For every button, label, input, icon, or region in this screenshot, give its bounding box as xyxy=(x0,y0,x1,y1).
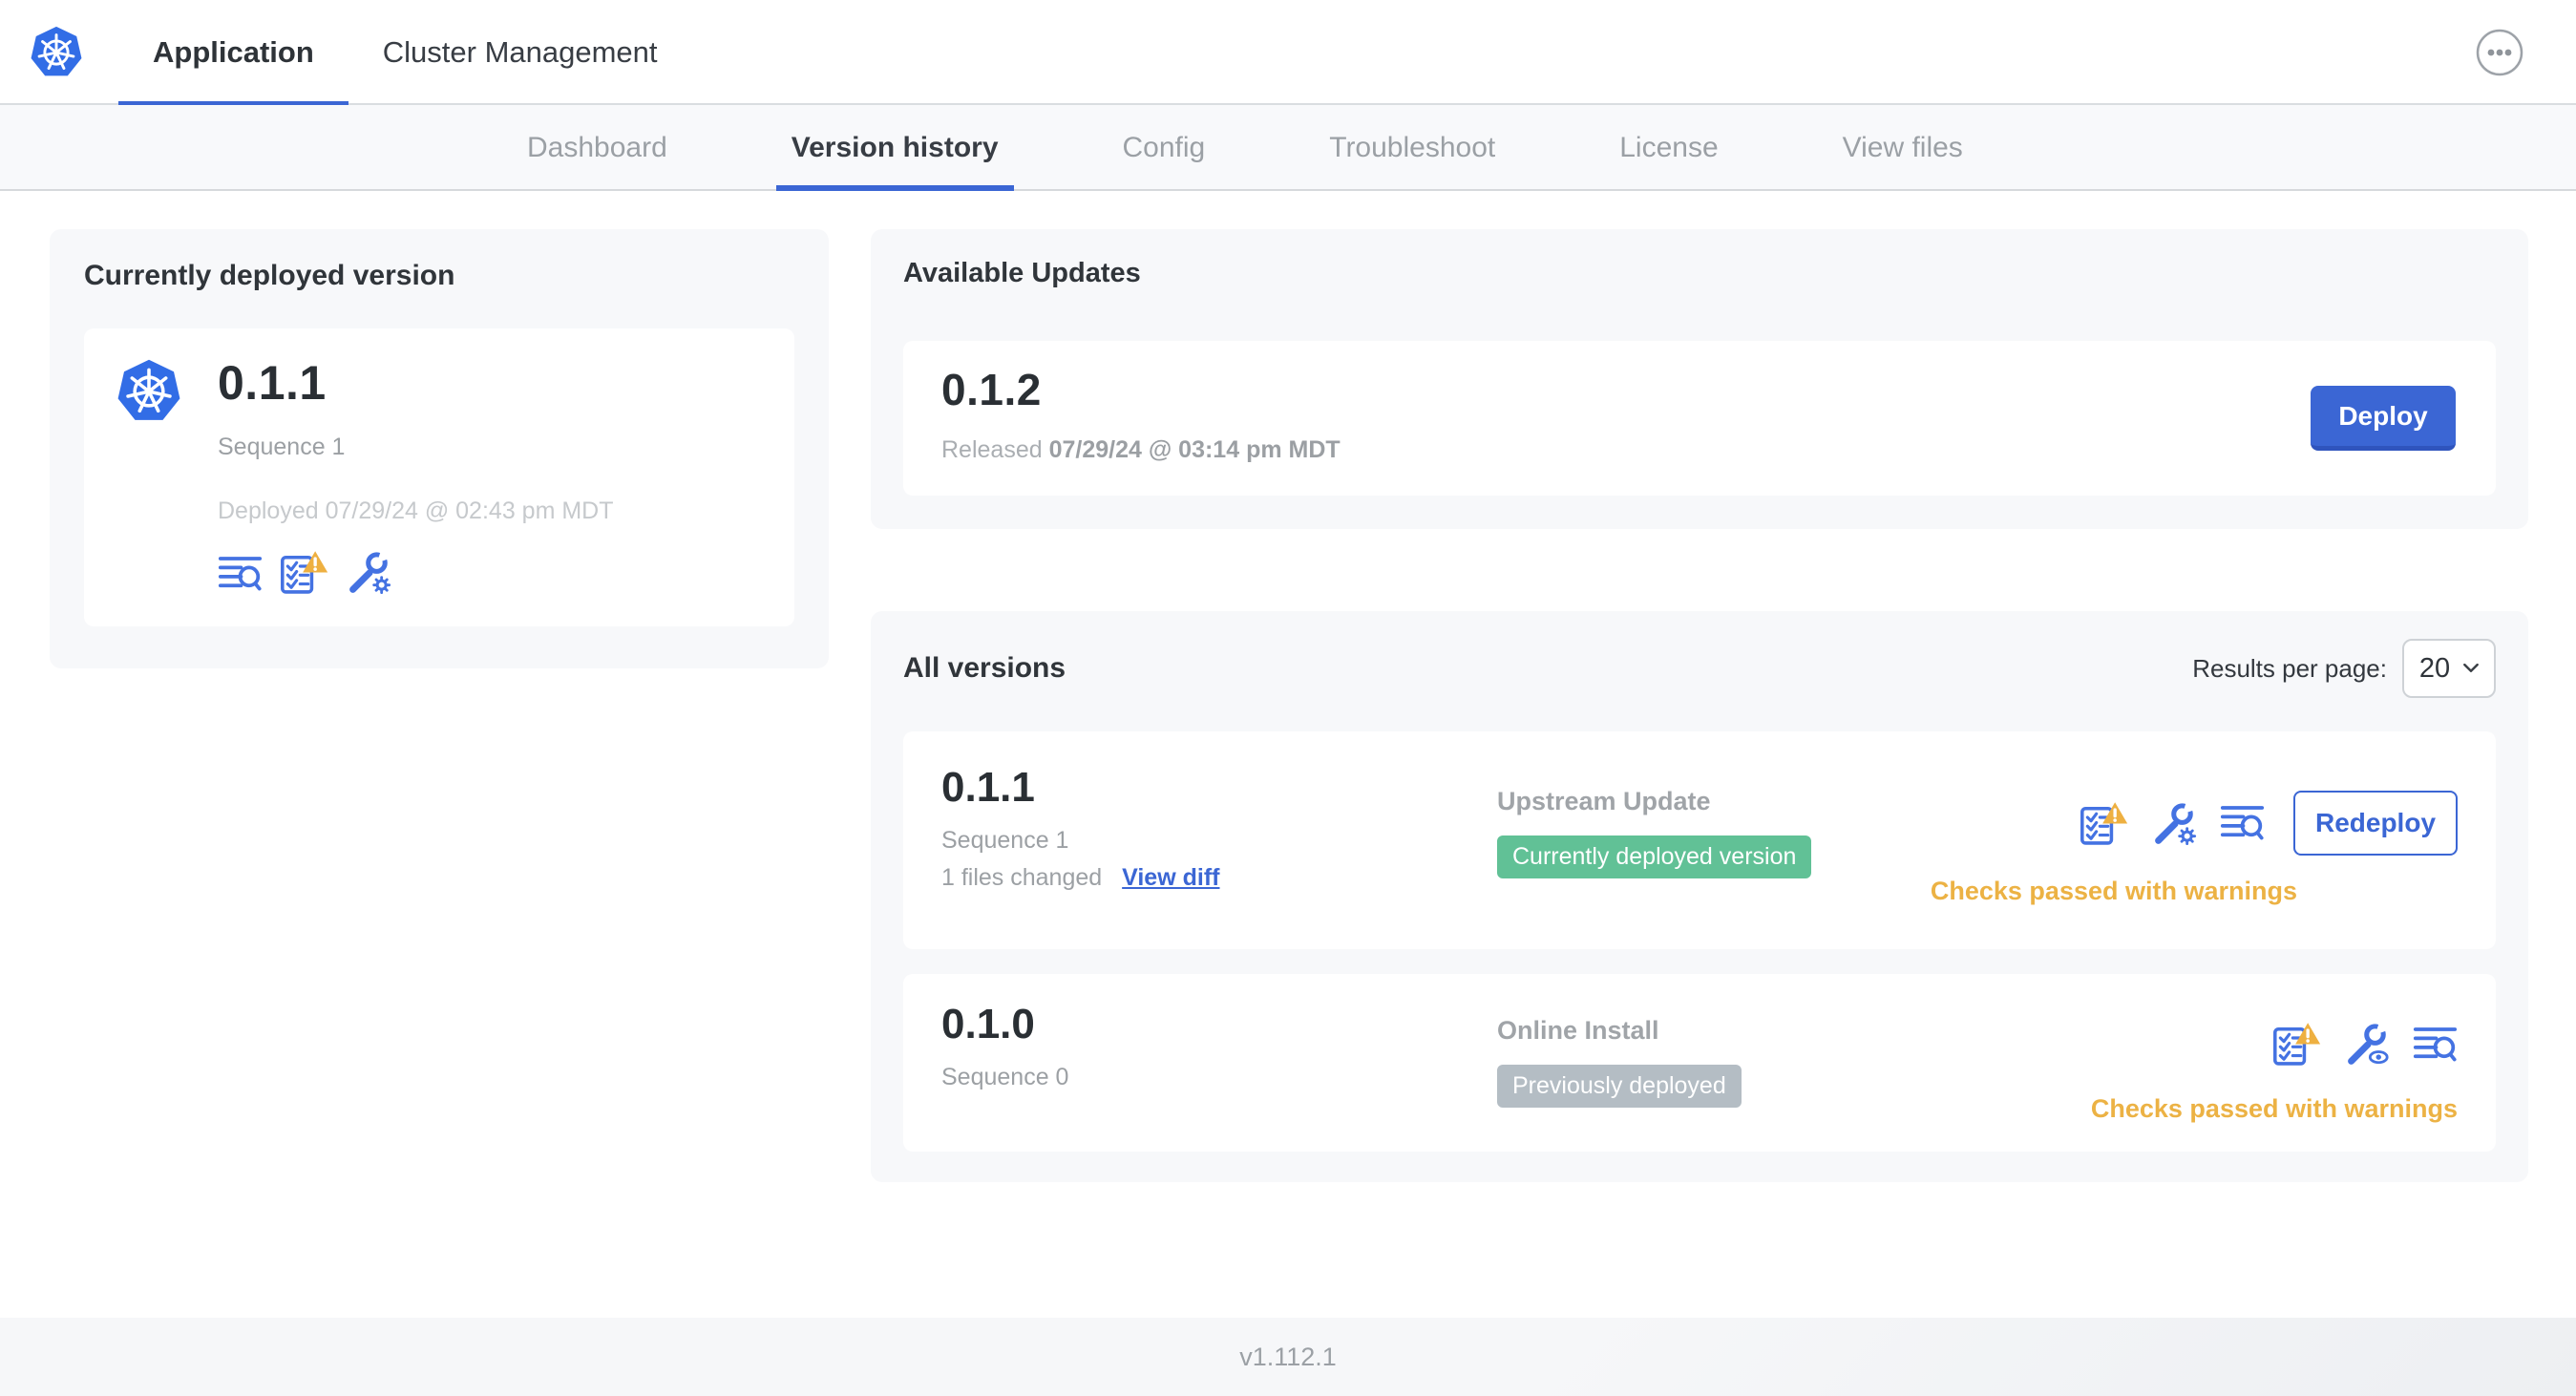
tab-version-history[interactable]: Version history xyxy=(775,105,1014,191)
current-version-actions xyxy=(218,550,614,595)
tab-application-label: Application xyxy=(153,35,314,69)
app-subnav: Dashboard Version history Config Trouble… xyxy=(0,105,2576,191)
currently-deployed-info: 0.1.1 Sequence 1 Deployed 07/29/24 @ 02:… xyxy=(218,355,614,600)
footer: v1.112.1 xyxy=(0,1318,2576,1396)
files-changed-label: 1 files changed xyxy=(941,864,1103,891)
results-per-page: Results per page: 20 xyxy=(2192,639,2496,698)
all-versions-card: All versions Results per page: 20 0.1.1 … xyxy=(871,611,2528,1182)
released-prefix: Released xyxy=(941,436,1043,463)
preflight-checks-warning-icon[interactable] xyxy=(280,550,329,595)
results-per-page-label: Results per page: xyxy=(2192,653,2387,683)
ellipsis-icon xyxy=(2476,29,2523,76)
kubernetes-logo-icon xyxy=(30,25,83,77)
deploy-logs-icon[interactable] xyxy=(2220,802,2265,844)
preflight-checks-warning-icon[interactable] xyxy=(2080,800,2129,846)
released-date: 07/29/24 @ 03:14 pm MDT xyxy=(1048,436,1341,463)
tab-troubleshoot[interactable]: Troubleshoot xyxy=(1329,105,1495,191)
all-versions-header: All versions Results per page: 20 xyxy=(903,638,2496,699)
all-versions-title: All versions xyxy=(903,652,1066,684)
current-deployed-timestamp: Deployed 07/29/24 @ 02:43 pm MDT xyxy=(218,497,614,524)
row-source: Online Install xyxy=(1497,1016,1659,1045)
current-sequence: Sequence 1 xyxy=(218,434,346,460)
row-source-block: Upstream Update Currently deployed versi… xyxy=(1497,787,1812,878)
view-diff-link[interactable]: View diff xyxy=(1122,864,1219,891)
kubernetes-app-icon xyxy=(116,357,182,422)
row-source: Upstream Update xyxy=(1497,787,1711,815)
tab-view-files[interactable]: View files xyxy=(1843,105,1963,191)
edit-config-icon[interactable] xyxy=(2152,801,2197,846)
results-per-page-value: 20 xyxy=(2418,652,2451,684)
current-version-number: 0.1.1 xyxy=(218,356,327,410)
tab-view-files-label: View files xyxy=(1842,132,1963,163)
update-released-timestamp: Released 07/29/24 @ 03:14 pm MDT xyxy=(941,436,2458,464)
chevron-down-icon xyxy=(2463,664,2480,672)
status-badge: Currently deployed version xyxy=(1497,835,1812,878)
row-actions xyxy=(2272,1022,2458,1067)
more-options-button[interactable] xyxy=(2475,28,2524,77)
app-root: Application Cluster Management Dashboard… xyxy=(0,0,2576,1396)
available-update-row: 0.1.2 Released 07/29/24 @ 03:14 pm MDT D… xyxy=(903,341,2496,496)
tab-troubleshoot-label: Troubleshoot xyxy=(1329,132,1496,163)
deploy-logs-icon[interactable] xyxy=(218,553,263,595)
currently-deployed-title: Currently deployed version xyxy=(84,260,455,291)
view-config-icon[interactable] xyxy=(2345,1022,2390,1067)
row-actions: Redeploy xyxy=(2080,791,2458,856)
results-per-page-select[interactable]: 20 xyxy=(2402,639,2496,698)
tab-license-label: License xyxy=(1619,132,1719,163)
tab-dashboard[interactable]: Dashboard xyxy=(527,105,667,191)
available-updates-title: Available Updates xyxy=(903,258,1141,288)
edit-config-icon[interactable] xyxy=(347,550,391,595)
deploy-logs-icon[interactable] xyxy=(2413,1024,2458,1066)
redeploy-button[interactable]: Redeploy xyxy=(2293,791,2458,856)
update-version-number: 0.1.2 xyxy=(941,365,1042,414)
tab-config-label: Config xyxy=(1122,132,1206,163)
version-row: 0.1.1 Sequence 1 1 files changed View di… xyxy=(903,731,2496,949)
tab-version-history-label: Version history xyxy=(791,132,999,163)
tab-config[interactable]: Config xyxy=(1123,105,1206,191)
version-row: 0.1.0 Sequence 0 Online Install Previous… xyxy=(903,974,2496,1152)
checks-status: Checks passed with warnings xyxy=(1930,877,2297,905)
checks-status: Checks passed with warnings xyxy=(2090,1094,2458,1123)
tab-application[interactable]: Application xyxy=(118,0,348,107)
deploy-button[interactable]: Deploy xyxy=(2311,386,2456,451)
row-source-block: Online Install Previously deployed xyxy=(1497,1016,1742,1108)
top-header: Application Cluster Management xyxy=(0,0,2576,107)
status-badge: Previously deployed xyxy=(1497,1065,1742,1108)
tab-cluster-management[interactable]: Cluster Management xyxy=(348,0,692,105)
currently-deployed-card: Currently deployed version 0.1.1 Sequenc… xyxy=(50,229,829,668)
tab-cluster-management-label: Cluster Management xyxy=(382,35,658,69)
tab-dashboard-label: Dashboard xyxy=(527,132,667,163)
preflight-checks-warning-icon[interactable] xyxy=(2272,1022,2322,1067)
tab-license[interactable]: License xyxy=(1619,105,1718,191)
available-updates-card: Available Updates 0.1.2 Released 07/29/2… xyxy=(871,229,2528,529)
header-tabs: Application Cluster Management xyxy=(118,0,692,107)
currently-deployed-version-panel: 0.1.1 Sequence 1 Deployed 07/29/24 @ 02:… xyxy=(84,328,794,626)
subnav-tabs: Dashboard Version history Config Trouble… xyxy=(527,105,1963,191)
console-version: v1.112.1 xyxy=(1239,1342,1337,1371)
